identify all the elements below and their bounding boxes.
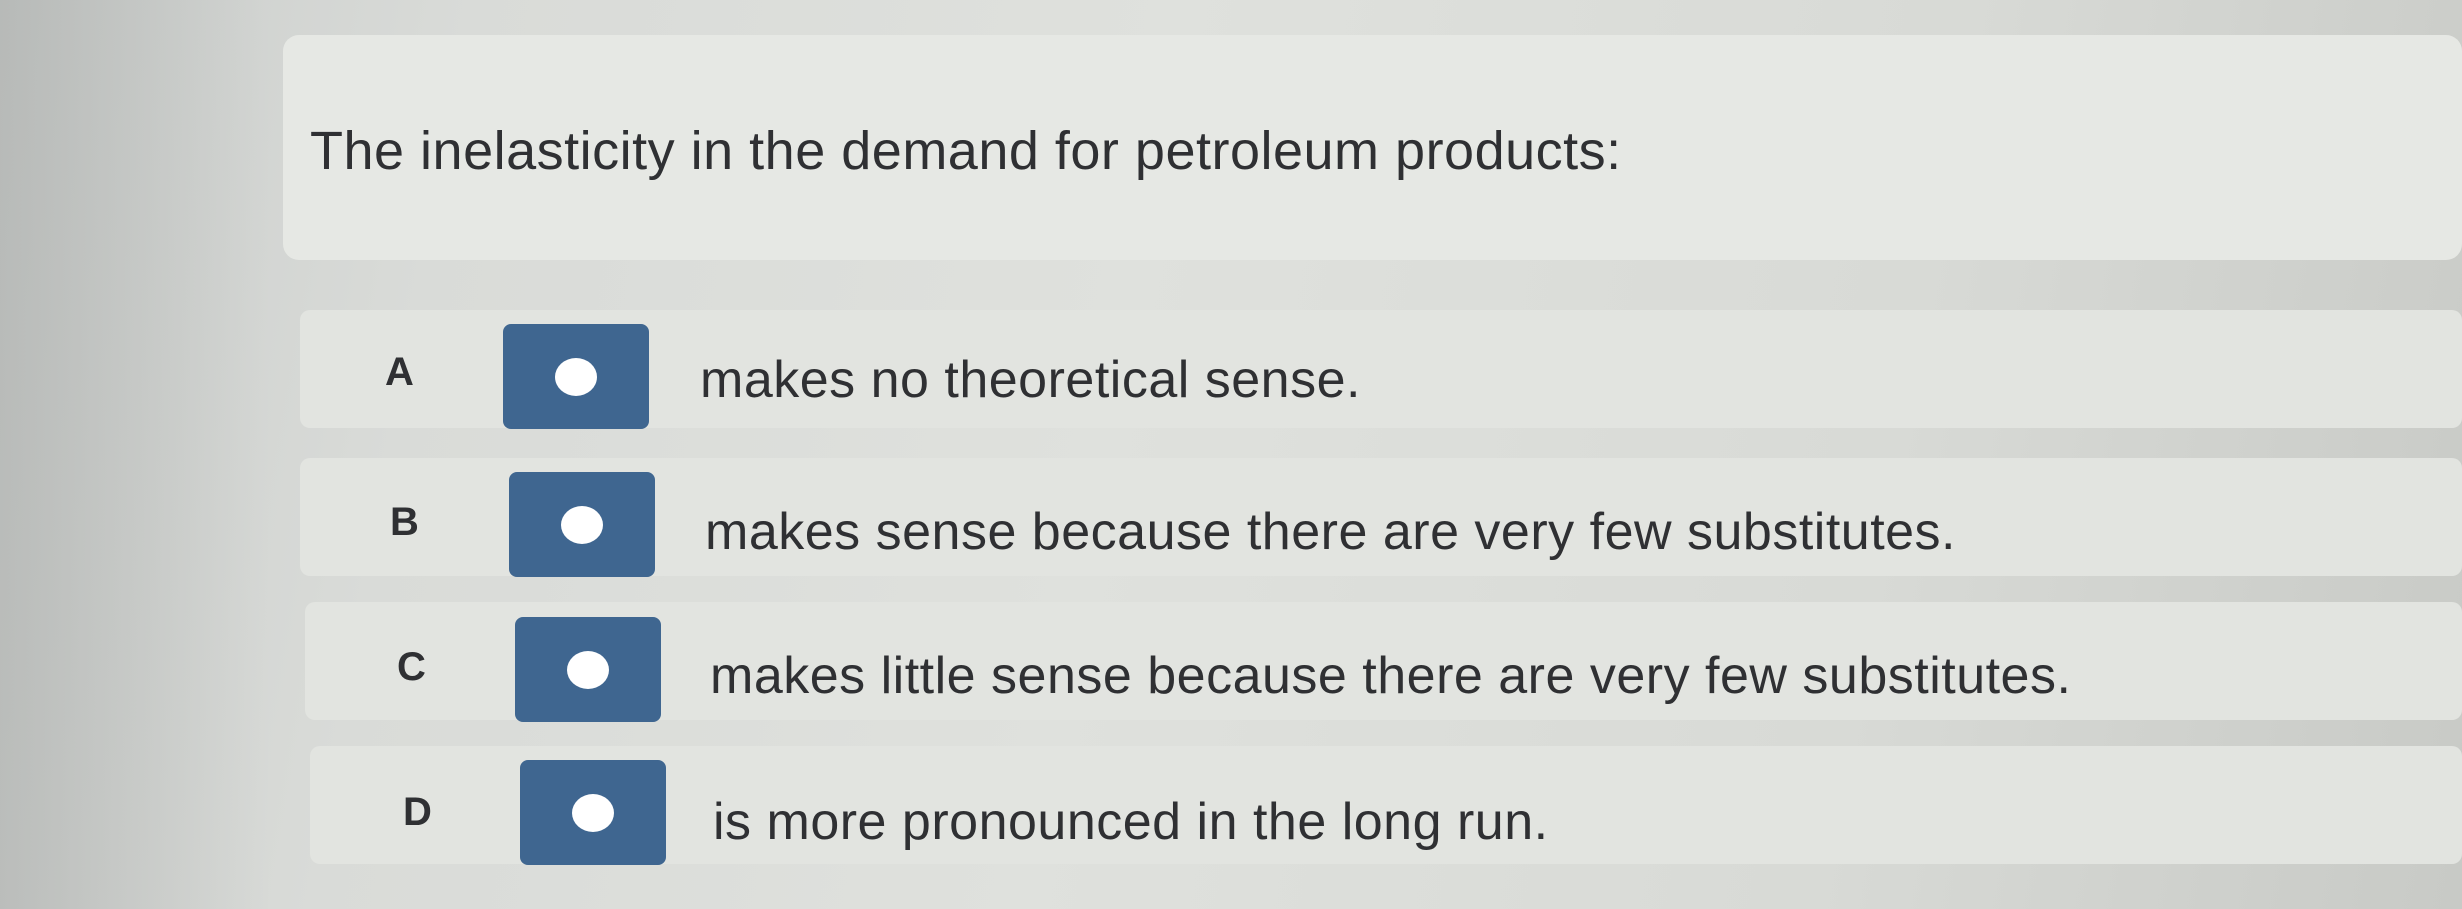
option-text-a: makes no theoretical sense.	[700, 351, 1361, 409]
radio-dot-icon	[561, 505, 603, 544]
radio-button-a[interactable]	[503, 324, 649, 429]
option-letter-c: C	[397, 645, 426, 689]
option-letter-b: B	[390, 500, 419, 544]
option-text-c: makes little sense because there are ver…	[710, 647, 2072, 705]
radio-dot-icon	[555, 357, 597, 396]
radio-dot-icon	[572, 793, 614, 832]
option-letter-a: A	[385, 350, 414, 394]
background-shade	[0, 0, 270, 909]
option-text-b: makes sense because there are very few s…	[705, 503, 1957, 561]
radio-button-c[interactable]	[515, 617, 661, 722]
question-text: The inelasticity in the demand for petro…	[310, 121, 1622, 181]
option-text-d: is more pronounced in the long run.	[713, 793, 1549, 851]
radio-dot-icon	[567, 650, 609, 689]
radio-button-b[interactable]	[509, 472, 655, 577]
option-letter-d: D	[403, 790, 432, 834]
radio-button-d[interactable]	[520, 760, 666, 865]
